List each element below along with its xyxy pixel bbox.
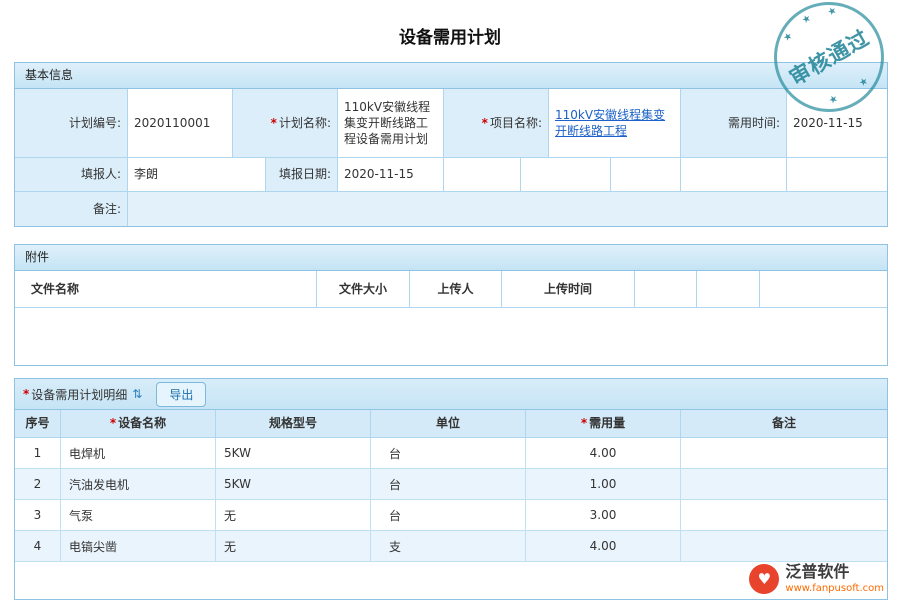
table-row: 2 汽油发电机 5KW 台 1.00 <box>15 469 887 500</box>
fill-date-label: 填报日期: <box>266 158 338 191</box>
col-seq: 序号 <box>15 410 61 437</box>
stamp-star-icon: ★ <box>826 5 839 19</box>
cell-required-qty: 4.00 <box>526 531 681 561</box>
brand-url[interactable]: www.fanpusoft.com <box>785 583 884 594</box>
page-title: 设备需用计划 <box>0 23 900 48</box>
sort-icon[interactable]: ⇅ <box>132 387 142 401</box>
project-name-link[interactable]: 110kV安徽线程集变开断线路工程 <box>555 107 674 139</box>
required-mark: * <box>110 415 116 431</box>
basic-info-row-1: 计划编号: 2020110001 * 计划名称: 110kV安徽线程集变开断线路… <box>15 89 887 158</box>
cell-required-qty: 1.00 <box>526 469 681 499</box>
brand-name: 泛普软件 <box>785 563 884 581</box>
cell-unit: 支 <box>371 531 526 561</box>
required-mark: * <box>271 115 277 131</box>
stamp-star-icon: ★ <box>782 30 795 44</box>
required-mark: * <box>482 115 488 131</box>
project-name-cell: 110kV安徽线程集变开断线路工程 <box>549 89 681 157</box>
col-spec-model: 规格型号 <box>216 410 371 437</box>
attachments-panel: 附件 文件名称 文件大小 上传人 上传时间 <box>14 244 888 366</box>
label-text: 项目名称: <box>490 115 542 131</box>
details-table-header: 序号 * 设备名称 规格型号 单位 * 需用量 备注 <box>15 410 887 438</box>
cell-seq: 4 <box>15 531 61 561</box>
required-mark: * <box>581 415 587 431</box>
cell-required-qty: 4.00 <box>526 438 681 468</box>
empty-cell <box>611 158 681 191</box>
col-file-size: 文件大小 <box>317 271 410 307</box>
cell-seq: 3 <box>15 500 61 530</box>
cell-remark <box>681 469 887 499</box>
plan-name-value: 110kV安徽线程集变开断线路工程设备需用计划 <box>338 89 444 157</box>
col-empty <box>635 271 697 307</box>
col-empty <box>697 271 760 307</box>
plan-name-label: * 计划名称: <box>233 89 338 157</box>
cell-unit: 台 <box>371 469 526 499</box>
col-device-name: * 设备名称 <box>61 410 216 437</box>
label-text: 计划名称: <box>279 115 331 131</box>
details-table-body: 1 电焊机 5KW 台 4.00 2 汽油发电机 5KW 台 1.00 3 气泵… <box>15 438 887 562</box>
stamp-star-icon: ★ <box>827 93 840 107</box>
filler-label: 填报人: <box>15 158 128 191</box>
attachments-column-headers: 文件名称 文件大小 上传人 上传时间 <box>15 271 887 308</box>
header-text: 设备名称 <box>118 415 166 431</box>
cell-remark <box>681 500 887 530</box>
cell-seq: 1 <box>15 438 61 468</box>
empty-cell <box>681 158 787 191</box>
cell-spec-model: 5KW <box>216 469 371 499</box>
cell-unit: 台 <box>371 500 526 530</box>
col-unit: 单位 <box>371 410 526 437</box>
attachments-header: 附件 <box>15 245 887 271</box>
stamp-star-icon: ★ <box>857 75 870 89</box>
plan-no-label: 计划编号: <box>15 89 128 157</box>
empty-cell <box>521 158 611 191</box>
header-text: 需用量 <box>589 415 625 431</box>
cell-device-name: 汽油发电机 <box>61 469 216 499</box>
empty-cell <box>444 158 521 191</box>
fanpu-logo-icon: ♥ <box>749 564 779 594</box>
cell-unit: 台 <box>371 438 526 468</box>
col-upload-time: 上传时间 <box>502 271 635 307</box>
basic-info-panel: 基本信息 计划编号: 2020110001 * 计划名称: 110kV安徽线程集… <box>14 62 888 227</box>
details-toolbar: * 设备需用计划明细 ⇅ 导出 <box>15 379 887 410</box>
fill-date-value: 2020-11-15 <box>338 158 444 191</box>
required-mark: * <box>23 387 29 401</box>
project-name-label: * 项目名称: <box>444 89 549 157</box>
remark-value <box>128 192 887 226</box>
need-time-label: 需用时间: <box>681 89 787 157</box>
filler-value: 李朗 <box>128 158 266 191</box>
cell-required-qty: 3.00 <box>526 500 681 530</box>
col-remark: 备注 <box>681 410 887 437</box>
cell-device-name: 电焊机 <box>61 438 216 468</box>
cell-remark <box>681 438 887 468</box>
table-row: 1 电焊机 5KW 台 4.00 <box>15 438 887 469</box>
stamp-star-icon: ★ <box>800 13 813 27</box>
plan-no-value: 2020110001 <box>128 89 233 157</box>
basic-info-row-3: 备注: <box>15 192 887 226</box>
table-row: 4 电镐尖凿 无 支 4.00 <box>15 531 887 562</box>
cell-remark <box>681 531 887 561</box>
details-title: 设备需用计划明细 <box>31 386 127 403</box>
cell-spec-model: 5KW <box>216 438 371 468</box>
col-file-name: 文件名称 <box>15 271 317 307</box>
empty-cell <box>787 158 887 191</box>
attachments-empty-body <box>15 308 887 365</box>
basic-info-header: 基本信息 <box>15 63 887 89</box>
cell-spec-model: 无 <box>216 500 371 530</box>
cell-spec-model: 无 <box>216 531 371 561</box>
remark-label: 备注: <box>15 192 128 226</box>
cell-device-name: 气泵 <box>61 500 216 530</box>
brand-footer: ♥ 泛普软件 www.fanpusoft.com <box>749 563 884 594</box>
cell-seq: 2 <box>15 469 61 499</box>
export-button[interactable]: 导出 <box>156 382 206 407</box>
table-row: 3 气泵 无 台 3.00 <box>15 500 887 531</box>
cell-device-name: 电镐尖凿 <box>61 531 216 561</box>
col-required-qty: * 需用量 <box>526 410 681 437</box>
col-empty <box>760 271 887 307</box>
col-uploader: 上传人 <box>410 271 502 307</box>
basic-info-row-2: 填报人: 李朗 填报日期: 2020-11-15 <box>15 158 887 192</box>
